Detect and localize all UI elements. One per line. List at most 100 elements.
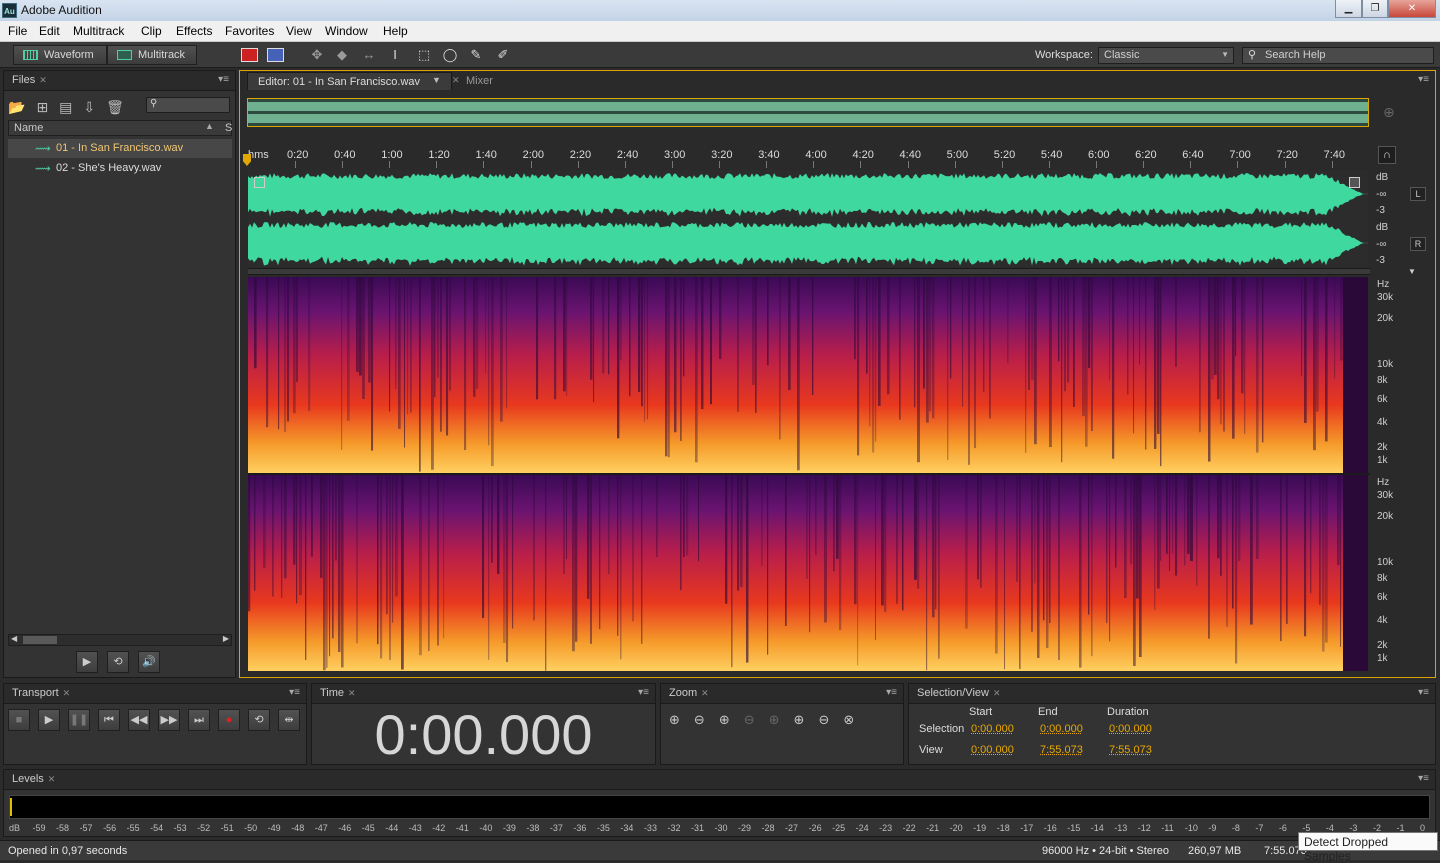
paintbrush-selection-tool-icon[interactable]: ✎ bbox=[467, 47, 485, 63]
rewind-button[interactable]: ◀◀ bbox=[128, 709, 150, 731]
panel-menu-icon[interactable]: ▾≡ bbox=[1418, 687, 1429, 698]
tab-time[interactable]: Time ✕ bbox=[320, 687, 356, 699]
fast-forward-button[interactable]: ▶▶ bbox=[158, 709, 180, 731]
time-selection-tool-icon[interactable]: I bbox=[386, 47, 404, 63]
go-to-next-button[interactable]: ⏭ bbox=[188, 709, 210, 731]
panel-menu-icon[interactable]: ▾≡ bbox=[1418, 74, 1429, 85]
zoom-navigator-icon[interactable]: ⊕ bbox=[1383, 104, 1395, 121]
new-file-icon[interactable]: ▤ bbox=[59, 99, 83, 115]
fade-in-handle-icon[interactable] bbox=[254, 177, 265, 188]
zoom-out-amplitude-icon[interactable]: ⊖ bbox=[694, 712, 719, 727]
play-preview-button[interactable]: ▶ bbox=[76, 651, 98, 673]
waveform-channel-left[interactable] bbox=[248, 170, 1368, 218]
list-item[interactable]: ⟿ 01 - In San Francisco.wav bbox=[8, 139, 232, 158]
search-help-input[interactable]: ⚲ Search Help bbox=[1242, 47, 1434, 64]
panel-menu-icon[interactable]: ▾≡ bbox=[289, 687, 300, 698]
stop-button[interactable]: ■ bbox=[8, 709, 30, 731]
menu-edit[interactable]: Edit bbox=[39, 24, 60, 38]
close-tab-icon[interactable]: ✕ bbox=[48, 774, 56, 784]
close-tab-icon[interactable]: ✕ bbox=[39, 75, 47, 85]
panel-menu-icon[interactable]: ▾≡ bbox=[1418, 773, 1429, 784]
menu-effects[interactable]: Effects bbox=[176, 24, 212, 38]
menu-window[interactable]: Window bbox=[325, 24, 368, 38]
multitrack-view-button[interactable]: Multitrack bbox=[107, 45, 197, 65]
zoom-in-point-icon[interactable]: ⊕ bbox=[794, 712, 819, 727]
selection-end-value[interactable]: 0:00.000 bbox=[1040, 723, 1083, 735]
time-ruler[interactable]: hms 0:20 0:40 1:00 1:20 1:40 2:00 2:20 2:40 3:00… bbox=[248, 144, 1370, 168]
tab-selection-view[interactable]: Selection/View ✕ bbox=[917, 687, 1001, 699]
workspace-select[interactable]: Classic ▼ bbox=[1098, 47, 1234, 64]
spectrogram-left[interactable] bbox=[248, 277, 1368, 473]
close-tab-icon[interactable]: ✕ bbox=[701, 688, 709, 698]
fade-out-handle-icon[interactable] bbox=[1349, 177, 1360, 188]
zoom-to-fit-icon[interactable]: ⊗ bbox=[843, 712, 868, 727]
zoom-in-time-icon[interactable]: ⊕ bbox=[719, 712, 744, 727]
scroll-left-icon[interactable]: ◀ bbox=[11, 634, 17, 643]
import-file-icon[interactable]: ⊞ bbox=[36, 99, 59, 115]
maximize-button[interactable]: ❐ bbox=[1362, 0, 1388, 18]
show-waveform-editor-icon[interactable] bbox=[241, 48, 258, 62]
zoom-selection-icon[interactable]: ⊕ bbox=[769, 712, 794, 727]
loop-playback-button[interactable]: ⟲ bbox=[248, 709, 270, 731]
headphones-icon[interactable]: ∩ bbox=[1378, 146, 1396, 164]
razor-tool-icon[interactable]: ◆ bbox=[333, 47, 351, 63]
chevron-down-icon[interactable]: ▼ bbox=[432, 75, 441, 85]
display-divider[interactable] bbox=[248, 268, 1370, 275]
close-tab-icon[interactable]: ✕ bbox=[348, 688, 356, 698]
marquee-selection-tool-icon[interactable]: ⬚ bbox=[415, 47, 433, 63]
menu-multitrack[interactable]: Multitrack bbox=[73, 24, 124, 38]
view-end-value[interactable]: 7:55.073 bbox=[1040, 744, 1083, 756]
panel-menu-icon[interactable]: ▾≡ bbox=[218, 74, 229, 85]
view-duration-value[interactable]: 7:55.073 bbox=[1109, 744, 1152, 756]
selection-duration-value[interactable]: 0:00.000 bbox=[1109, 723, 1152, 735]
horizontal-scrollbar[interactable]: ◀ ▶ bbox=[8, 634, 232, 646]
close-tab-icon[interactable]: ✕ bbox=[63, 688, 71, 698]
panel-menu-icon[interactable]: ▾≡ bbox=[886, 687, 897, 698]
menu-file[interactable]: File bbox=[8, 24, 27, 38]
tab-zoom[interactable]: Zoom ✕ bbox=[669, 687, 709, 699]
insert-into-multitrack-icon[interactable]: ⇩ bbox=[83, 99, 106, 115]
open-file-icon[interactable]: 📂 bbox=[8, 99, 36, 115]
view-start-value[interactable]: 0:00.000 bbox=[971, 744, 1014, 756]
tab-editor[interactable]: Editor: 01 - In San Francisco.wav ▼ ✕ bbox=[247, 72, 460, 90]
menu-favorites[interactable]: Favorites bbox=[225, 24, 274, 38]
time-display[interactable]: 0:00.000 bbox=[312, 702, 655, 767]
files-filter-input[interactable]: ⚲ bbox=[146, 97, 230, 113]
menu-view[interactable]: View bbox=[286, 24, 312, 38]
scroll-right-icon[interactable]: ▶ bbox=[223, 634, 229, 643]
show-spectral-display-icon[interactable] bbox=[267, 48, 284, 62]
spectrogram-right[interactable] bbox=[248, 475, 1368, 671]
skip-selection-button[interactable]: ⇹ bbox=[278, 709, 300, 731]
zoom-out-point-icon[interactable]: ⊖ bbox=[818, 712, 843, 727]
overview-bar[interactable] bbox=[247, 98, 1369, 127]
tab-transport[interactable]: Transport ✕ bbox=[12, 687, 70, 699]
tab-levels[interactable]: Levels ✕ bbox=[12, 773, 55, 785]
waveform-channel-right[interactable] bbox=[248, 219, 1368, 267]
menu-clip[interactable]: Clip bbox=[141, 24, 162, 38]
tab-files[interactable]: Files ✕ bbox=[12, 74, 47, 86]
pause-button[interactable]: ❚❚ bbox=[68, 709, 90, 731]
channel-left-toggle[interactable]: L bbox=[1410, 187, 1426, 201]
move-tool-icon[interactable]: ✥ bbox=[308, 47, 326, 63]
loop-preview-button[interactable]: ⟲ bbox=[107, 651, 129, 673]
spot-healing-brush-icon[interactable]: ✐ bbox=[494, 47, 512, 63]
column-s[interactable]: S bbox=[225, 122, 232, 134]
column-name[interactable]: Name bbox=[14, 122, 43, 134]
channel-right-toggle[interactable]: R bbox=[1410, 237, 1426, 251]
close-tab-icon[interactable]: ✕ bbox=[452, 75, 460, 86]
play-button[interactable]: ▶ bbox=[38, 709, 60, 731]
menu-help[interactable]: Help bbox=[383, 24, 408, 38]
list-item[interactable]: ⟿ 02 - She's Heavy.wav bbox=[8, 159, 232, 178]
slip-tool-icon[interactable]: ↔ bbox=[360, 47, 378, 63]
close-tab-icon[interactable]: ✕ bbox=[993, 688, 1001, 698]
go-to-previous-button[interactable]: ⏮ bbox=[98, 709, 120, 731]
close-window-button[interactable]: ✕ bbox=[1388, 0, 1436, 18]
zoom-in-amplitude-icon[interactable]: ⊕ bbox=[669, 712, 694, 727]
tab-mixer[interactable]: Mixer bbox=[466, 75, 493, 87]
zoom-out-full-icon[interactable]: ⊖ bbox=[744, 712, 769, 727]
record-button[interactable]: ● bbox=[218, 709, 240, 731]
waveform-view-button[interactable]: Waveform bbox=[13, 45, 107, 65]
selection-start-value[interactable]: 0:00.000 bbox=[971, 723, 1014, 735]
panel-menu-icon[interactable]: ▾≡ bbox=[638, 687, 649, 698]
lasso-selection-tool-icon[interactable]: ◯ bbox=[441, 47, 459, 63]
